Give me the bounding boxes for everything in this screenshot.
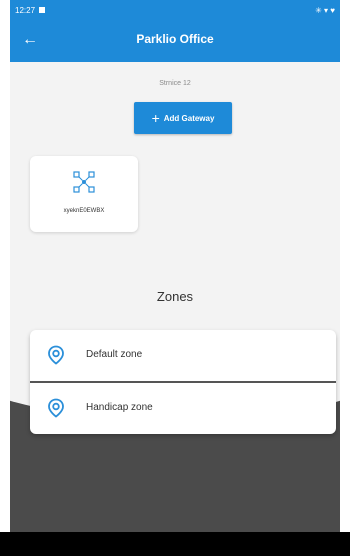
notification-icon bbox=[39, 7, 46, 13]
status-right: ✳ ▾ ♥ bbox=[315, 6, 335, 15]
gateway-card[interactable]: xyeknE0EWBX bbox=[30, 156, 138, 232]
status-time: 12:27 bbox=[15, 5, 36, 15]
location-address: Strnice 12 bbox=[159, 80, 191, 87]
gateway-icon bbox=[73, 171, 95, 193]
screen: 12:27 ✳ ▾ ♥ ← Parklio Office Strnice 12 … bbox=[0, 0, 350, 556]
zone-label: Default zone bbox=[86, 349, 143, 360]
zone-item-handicap[interactable]: Handicap zone bbox=[30, 383, 336, 434]
status-bar: 12:27 ✳ ▾ ♥ bbox=[10, 0, 340, 20]
location-pin-icon bbox=[48, 398, 64, 418]
zones-list: Default zone Handicap zone bbox=[30, 330, 336, 434]
app-bar: ← Parklio Office bbox=[10, 20, 340, 62]
page-title: Parklio Office bbox=[136, 32, 214, 46]
location-pin-icon bbox=[48, 345, 64, 365]
plus-icon: + bbox=[151, 110, 160, 126]
add-gateway-button[interactable]: + Add Gateway bbox=[134, 102, 232, 134]
gateway-name: xyeknE0EWBX bbox=[63, 208, 105, 214]
zone-label: Handicap zone bbox=[86, 402, 153, 413]
add-gateway-label: Add Gateway bbox=[163, 113, 215, 123]
zones-heading: Zones bbox=[156, 289, 194, 304]
system-nav-bar bbox=[0, 532, 350, 556]
app-screen: 12:27 ✳ ▾ ♥ ← Parklio Office Strnice 12 … bbox=[10, 0, 340, 532]
status-left: 12:27 bbox=[15, 5, 46, 15]
status-icons: ✳ ▾ ♥ bbox=[315, 5, 335, 15]
zone-item-default[interactable]: Default zone bbox=[30, 330, 336, 381]
